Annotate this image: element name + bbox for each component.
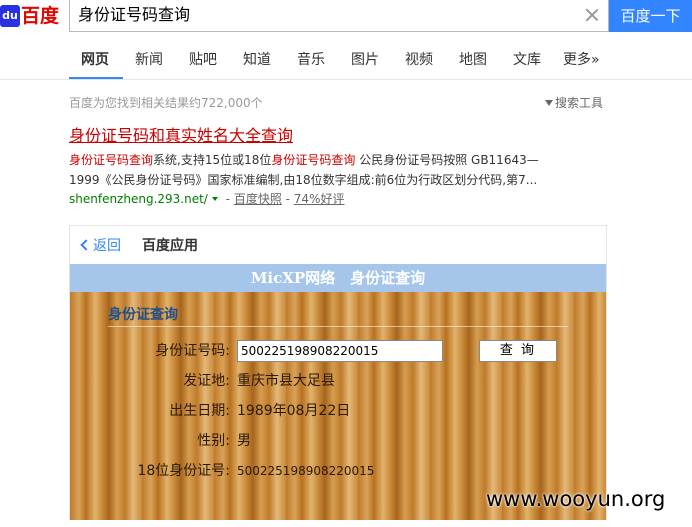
dropdown-arrow-icon[interactable] bbox=[211, 197, 218, 201]
clear-icon[interactable] bbox=[584, 7, 600, 23]
tab-map[interactable]: 地图 bbox=[459, 51, 487, 69]
query-button[interactable]: 查 询 bbox=[479, 340, 557, 362]
result-count: 百度为您找到相关结果约722,000个 bbox=[69, 96, 263, 110]
filter-icon bbox=[545, 100, 553, 106]
divider bbox=[108, 326, 568, 327]
separator: - bbox=[221, 192, 234, 206]
tab-wenku[interactable]: 文库 bbox=[513, 51, 541, 69]
baidu-logo-text: 百度 bbox=[21, 5, 60, 27]
id-number-label: 身份证号码: bbox=[155, 343, 230, 359]
result-desc-line-1: 身份证号码查询系统,支持15位或18位身份证号码查询 公民身份证号码按照 GB1… bbox=[69, 150, 579, 170]
birth-date-value: 1989年08月22日 bbox=[237, 403, 351, 419]
app-card-header: 返回 百度应用 bbox=[70, 226, 606, 264]
tab-video[interactable]: 视频 bbox=[405, 51, 433, 69]
watermark: www.wooyun.org bbox=[486, 487, 666, 511]
gender-value: 男 bbox=[237, 433, 251, 449]
tab-news[interactable]: 新闻 bbox=[135, 51, 163, 69]
result-desc-text: 系统,支持15位或18位 bbox=[153, 153, 272, 167]
id18-value: 500225198908220015 bbox=[237, 464, 375, 478]
active-tab-indicator bbox=[69, 77, 123, 79]
separator: - bbox=[281, 192, 294, 206]
tab-music[interactable]: 音乐 bbox=[297, 51, 325, 69]
issue-place-value: 重庆市县大足县 bbox=[237, 373, 335, 389]
app-banner: MicXP网络 身份证查询 bbox=[70, 264, 606, 292]
rating-link[interactable]: 74%好评 bbox=[294, 192, 345, 206]
id-number-input[interactable]: 500225198908220015 bbox=[237, 340, 443, 362]
back-button[interactable]: 返回 bbox=[80, 237, 121, 255]
search-tools-label: 搜索工具 bbox=[555, 96, 604, 110]
tab-more[interactable]: 更多» bbox=[563, 51, 600, 69]
id18-label: 18位身份证号: bbox=[137, 463, 230, 479]
result-title-link[interactable]: 身份证号码和真实姓名大全查询 bbox=[69, 126, 293, 146]
result-highlight: 身份证号码查询 bbox=[69, 153, 154, 167]
tab-web[interactable]: 网页 bbox=[81, 51, 109, 69]
search-tabs: 网页 新闻 贴吧 知道 音乐 图片 视频 地图 文库 更多» bbox=[0, 40, 692, 80]
result-highlight: 身份证号码查询 bbox=[271, 153, 356, 167]
birth-date-label: 出生日期: bbox=[169, 403, 230, 419]
result-url-row: shenfenzheng.293.net/ - 百度快照 - 74%好评 bbox=[69, 191, 344, 207]
app-card-title: 百度应用 bbox=[142, 238, 198, 254]
result-desc-text: 公民身份证号码按照 GB11643— bbox=[355, 153, 539, 167]
tab-tieba[interactable]: 贴吧 bbox=[189, 51, 217, 69]
search-query-text[interactable]: 身份证号码查询 bbox=[78, 5, 190, 25]
back-label: 返回 bbox=[93, 238, 121, 254]
result-desc-line-2: 1999《公民身份证号码》国家标准编制,由18位数字组成:前6位为行政区划分代码… bbox=[69, 173, 538, 187]
tab-images[interactable]: 图片 bbox=[351, 51, 379, 69]
panel-section-title: 身份证查询 bbox=[108, 307, 178, 323]
tab-zhidao[interactable]: 知道 bbox=[243, 51, 271, 69]
chevron-left-icon bbox=[80, 239, 92, 251]
issue-place-label: 发证地: bbox=[183, 373, 230, 389]
search-input[interactable]: 身份证号码查询 bbox=[69, 0, 609, 32]
gender-label: 性别: bbox=[197, 433, 230, 449]
result-description: 身份证号码查询系统,支持15位或18位身份证号码查询 公民身份证号码按照 GB1… bbox=[69, 150, 579, 190]
baidu-logo[interactable]: du 百度 bbox=[0, 2, 62, 30]
search-tools-button[interactable]: 搜索工具 bbox=[545, 95, 603, 111]
snapshot-link[interactable]: 百度快照 bbox=[234, 192, 282, 206]
baidu-app-card: 返回 百度应用 MicXP网络 身份证查询 身份证查询 身份证号码: 50022… bbox=[69, 225, 607, 520]
search-button[interactable]: 百度一下 bbox=[609, 0, 692, 32]
search-header: du 百度 身份证号码查询 百度一下 bbox=[0, 0, 692, 38]
baidu-paw-icon: du bbox=[0, 5, 20, 27]
result-url[interactable]: shenfenzheng.293.net/ bbox=[69, 192, 208, 206]
